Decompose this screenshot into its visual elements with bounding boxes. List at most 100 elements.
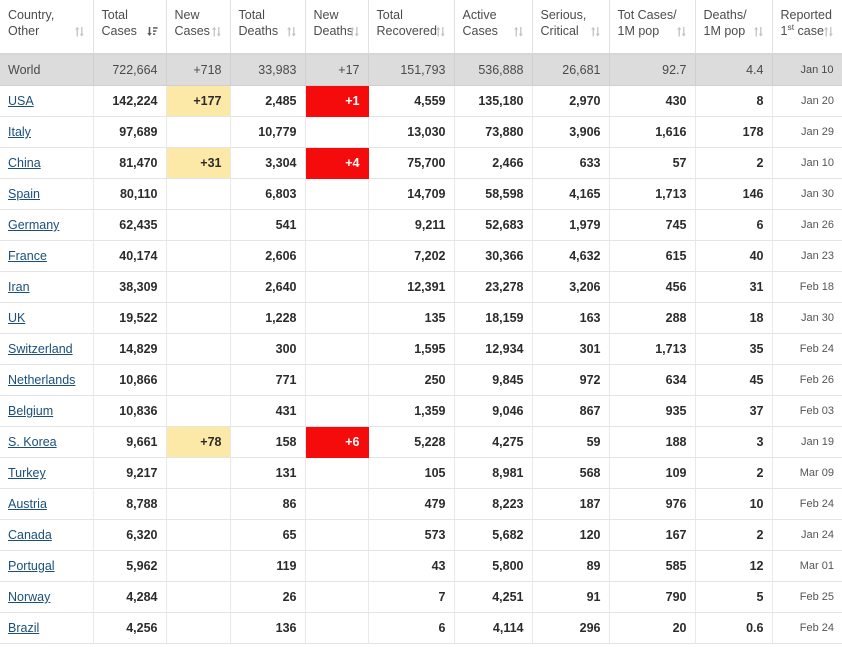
cell-new-deaths-highlighted: +1: [305, 86, 368, 117]
column-header-new_deaths[interactable]: NewDeaths: [305, 0, 368, 54]
cell-reported-first-case: Mar 09: [772, 458, 842, 489]
cell-cases-per-1m: 167: [609, 520, 695, 551]
cell-total-recovered: 573: [368, 520, 454, 551]
column-header-country[interactable]: Country,Other: [0, 0, 93, 54]
country-link[interactable]: China: [8, 156, 41, 170]
sort-toggle-icon[interactable]: [211, 26, 222, 38]
table-row: USA142,224+1772,485+14,559135,1802,97043…: [0, 86, 842, 117]
cell-new-cases-highlighted: +31: [166, 148, 230, 179]
country-link[interactable]: Switzerland: [8, 342, 73, 356]
cell-country: Belgium: [0, 396, 93, 427]
country-link[interactable]: Canada: [8, 528, 52, 542]
cell-total-cases: 10,866: [93, 365, 166, 396]
column-header-inner: Deaths/1M pop: [704, 8, 764, 39]
column-header-total_recovered[interactable]: TotalRecovered: [368, 0, 454, 54]
cell-new-cases: [166, 458, 230, 489]
cell-serious: 59: [532, 427, 609, 458]
country-link[interactable]: Turkey: [8, 466, 46, 480]
cell-total-deaths: 158: [230, 427, 305, 458]
country-link[interactable]: Italy: [8, 125, 31, 139]
country-link[interactable]: Netherlands: [8, 373, 75, 387]
sort-toggle-icon[interactable]: [74, 26, 85, 38]
table-row: UK19,5221,22813518,15916328818Jan 30: [0, 303, 842, 334]
country-link[interactable]: Portugal: [8, 559, 55, 573]
country-link[interactable]: Spain: [8, 187, 40, 201]
cell-new-cases: [166, 613, 230, 644]
sort-toggle-icon[interactable]: [349, 26, 360, 38]
cell-reported-first-case: Jan 10: [772, 54, 842, 86]
cell-country: Spain: [0, 179, 93, 210]
sort-descending-icon[interactable]: [147, 26, 158, 38]
sort-toggle-icon[interactable]: [435, 26, 446, 38]
cell-total-cases: 8,788: [93, 489, 166, 520]
cell-new-cases: [166, 582, 230, 613]
table-row-world: World722,664+71833,983+17151,793536,8882…: [0, 54, 842, 86]
cell-country: Portugal: [0, 551, 93, 582]
cell-active-cases: 52,683: [454, 210, 532, 241]
column-header-serious[interactable]: Serious,Critical: [532, 0, 609, 54]
cell-total-recovered: 9,211: [368, 210, 454, 241]
cell-reported-first-case: Jan 30: [772, 179, 842, 210]
cell-total-deaths: 300: [230, 334, 305, 365]
cell-total-deaths: 2,485: [230, 86, 305, 117]
cell-new-deaths: [305, 303, 368, 334]
cell-total-deaths: 3,304: [230, 148, 305, 179]
cell-total-cases: 97,689: [93, 117, 166, 148]
column-header-total_cases[interactable]: TotalCases: [93, 0, 166, 54]
country-link[interactable]: Brazil: [8, 621, 39, 635]
column-header-inner: ActiveCases: [463, 8, 524, 39]
country-link[interactable]: S. Korea: [8, 435, 57, 449]
cell-serious: 26,681: [532, 54, 609, 86]
column-header-cases_per_1m[interactable]: Tot Cases/1M pop: [609, 0, 695, 54]
cell-deaths-per-1m: 18: [695, 303, 772, 334]
country-link[interactable]: Iran: [8, 280, 30, 294]
cell-total-recovered: 1,359: [368, 396, 454, 427]
sort-toggle-icon[interactable]: [513, 26, 524, 38]
country-link[interactable]: USA: [8, 94, 34, 108]
country-link[interactable]: Germany: [8, 218, 59, 232]
cell-total-cases: 62,435: [93, 210, 166, 241]
cell-total-deaths: 1,228: [230, 303, 305, 334]
column-header-deaths_per_1m[interactable]: Deaths/1M pop: [695, 0, 772, 54]
cell-total-deaths: 131: [230, 458, 305, 489]
cell-cases-per-1m: 109: [609, 458, 695, 489]
cell-serious: 296: [532, 613, 609, 644]
sort-toggle-icon[interactable]: [286, 26, 297, 38]
cell-total-cases: 81,470: [93, 148, 166, 179]
cell-serious: 89: [532, 551, 609, 582]
sort-toggle-icon[interactable]: [590, 26, 601, 38]
cell-serious: 91: [532, 582, 609, 613]
sort-toggle-icon[interactable]: [753, 26, 764, 38]
cell-total-deaths: 65: [230, 520, 305, 551]
table-row: S. Korea9,661+78158+65,2284,275591883Jan…: [0, 427, 842, 458]
cell-reported-first-case: Jan 26: [772, 210, 842, 241]
column-header-new_cases[interactable]: NewCases: [166, 0, 230, 54]
cell-total-cases: 14,829: [93, 334, 166, 365]
country-link[interactable]: Belgium: [8, 404, 53, 418]
country-link[interactable]: Norway: [8, 590, 50, 604]
table-row: China81,470+313,304+475,7002,466633572Ja…: [0, 148, 842, 179]
cell-active-cases: 2,466: [454, 148, 532, 179]
cell-deaths-per-1m: 0.6: [695, 613, 772, 644]
cell-total-cases: 10,836: [93, 396, 166, 427]
column-header-label-line2: Deaths: [314, 24, 354, 38]
cell-total-recovered: 6: [368, 613, 454, 644]
sort-toggle-icon[interactable]: [676, 26, 687, 38]
cell-total-deaths: 2,640: [230, 272, 305, 303]
country-link[interactable]: France: [8, 249, 47, 263]
column-header-total_deaths[interactable]: TotalDeaths: [230, 0, 305, 54]
column-header-reported[interactable]: Reported1st case: [772, 0, 842, 54]
sort-toggle-icon[interactable]: [823, 26, 834, 38]
column-header-inner: Serious,Critical: [541, 8, 601, 39]
cell-country: Canada: [0, 520, 93, 551]
cell-cases-per-1m: 634: [609, 365, 695, 396]
country-link[interactable]: Austria: [8, 497, 47, 511]
column-header-label-line2: Deaths: [239, 24, 279, 38]
country-link[interactable]: UK: [8, 311, 25, 325]
cell-active-cases: 4,275: [454, 427, 532, 458]
cell-total-deaths: 6,803: [230, 179, 305, 210]
column-header-active_cases[interactable]: ActiveCases: [454, 0, 532, 54]
cell-country: China: [0, 148, 93, 179]
column-header-inner: TotalDeaths: [239, 8, 297, 39]
cell-cases-per-1m: 188: [609, 427, 695, 458]
